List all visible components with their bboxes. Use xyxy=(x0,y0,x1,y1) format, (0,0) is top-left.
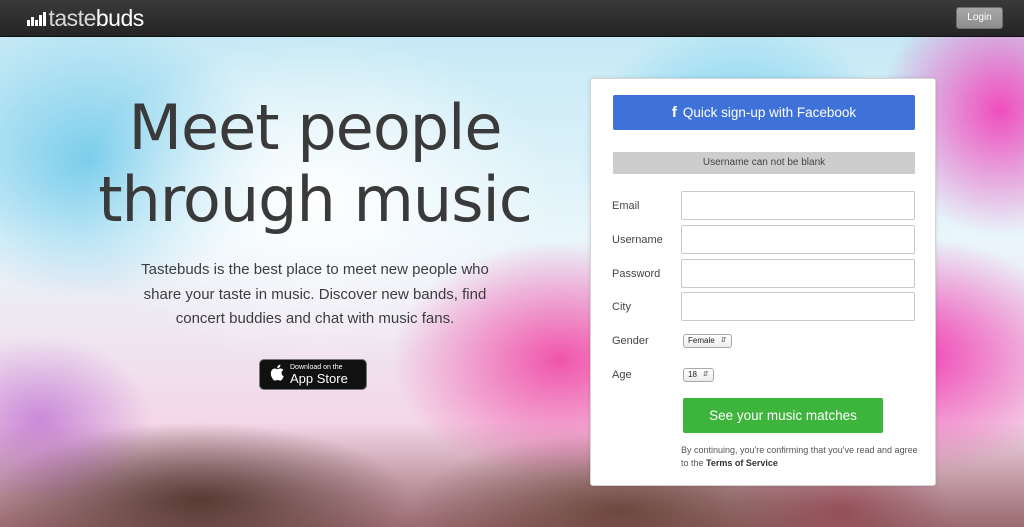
logo-wordmark: tastebuds xyxy=(48,4,145,32)
gender-select-value: Female xyxy=(688,336,715,345)
app-store-big-text: App Store xyxy=(290,371,348,386)
terms-notice: By continuing, you're confirming that yo… xyxy=(681,444,921,470)
error-message: Username can not be blank xyxy=(613,152,915,174)
app-store-small-text: Download on the xyxy=(290,364,343,371)
email-row: Email xyxy=(612,191,916,221)
top-navigation-bar: tastebuds Login xyxy=(0,0,1024,37)
gender-row: Gender Female ⇵ xyxy=(612,326,916,356)
gender-label: Gender xyxy=(612,335,649,347)
username-label: Username xyxy=(612,234,663,246)
see-music-matches-button[interactable]: See your music matches xyxy=(683,398,883,433)
logo-text-taste: taste xyxy=(48,4,97,31)
page-headline: Meet people through music xyxy=(60,92,570,236)
app-store-badge[interactable]: Download on the App Store xyxy=(259,359,367,390)
equalizer-bars-icon xyxy=(27,10,46,26)
age-select-value: 18 xyxy=(688,370,697,379)
updown-arrow-icon: ⇵ xyxy=(702,371,709,378)
email-label: Email xyxy=(612,200,640,212)
tastebuds-logo[interactable]: tastebuds xyxy=(27,4,144,32)
logo-text-buds: buds xyxy=(95,4,144,31)
terms-of-service-link[interactable]: Terms of Service xyxy=(706,458,778,468)
city-row: City xyxy=(612,292,916,322)
description-line-2: share your taste in music. Discover new … xyxy=(143,285,487,303)
description-line-1: Tastebuds is the best place to meet new … xyxy=(141,261,489,278)
email-field[interactable] xyxy=(681,191,915,220)
apple-icon xyxy=(264,364,290,386)
city-field[interactable] xyxy=(681,292,915,321)
password-row: Password xyxy=(612,259,916,289)
facebook-signup-button[interactable]: f Quick sign-up with Facebook xyxy=(613,95,915,130)
city-label: City xyxy=(612,301,631,313)
login-button[interactable]: Login xyxy=(956,7,1003,29)
updown-arrow-icon: ⇵ xyxy=(720,337,727,344)
age-label: Age xyxy=(612,369,632,381)
password-label: Password xyxy=(612,268,661,280)
facebook-signup-label: Quick sign-up with Facebook xyxy=(682,105,857,120)
age-select[interactable]: 18 ⇵ xyxy=(683,368,714,382)
password-field[interactable] xyxy=(681,259,915,288)
headline-line-2: through music xyxy=(98,163,533,236)
age-row: Age 18 ⇵ xyxy=(612,360,916,390)
app-store-text: Download on the App Store xyxy=(290,364,348,385)
facebook-icon: f xyxy=(671,104,677,121)
description-line-3: concert buddies and chat with music fans… xyxy=(175,310,455,327)
username-field[interactable] xyxy=(681,225,915,254)
headline-line-1: Meet people xyxy=(128,91,503,164)
username-row: Username xyxy=(612,225,916,255)
signup-panel: f Quick sign-up with Facebook Username ca… xyxy=(590,78,936,486)
hero-description: Tastebuds is the best place to meet new … xyxy=(100,258,530,332)
gender-select[interactable]: Female ⇵ xyxy=(683,334,732,348)
